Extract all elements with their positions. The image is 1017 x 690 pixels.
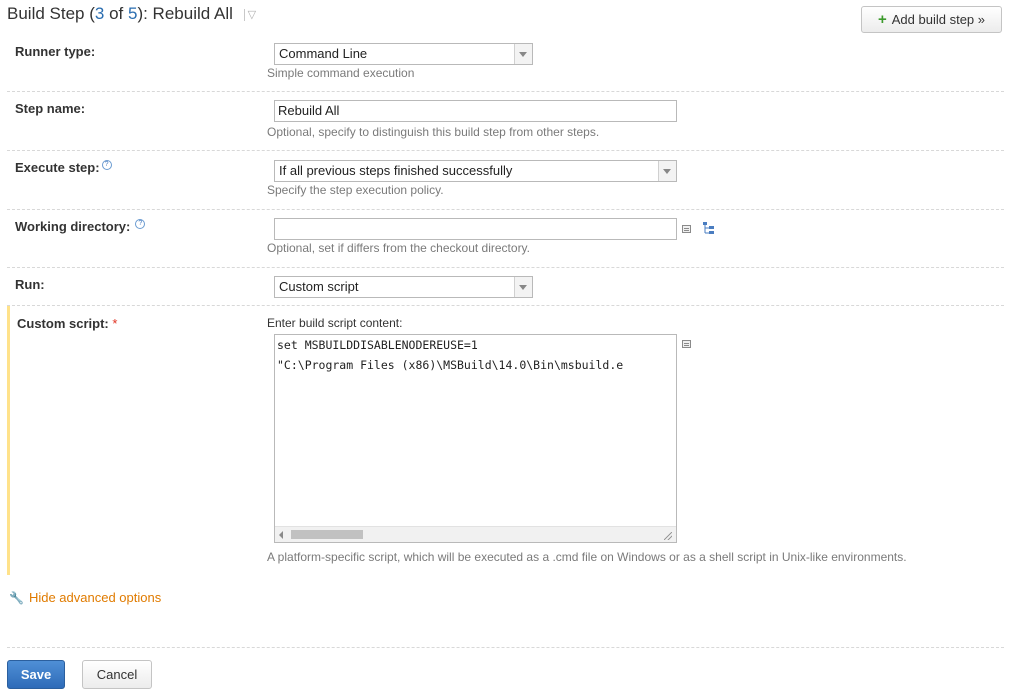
edit-icon[interactable] <box>682 225 691 233</box>
cancel-label: Cancel <box>96 667 138 682</box>
save-label: Save <box>20 667 52 682</box>
save-button[interactable]: Save <box>7 660 65 689</box>
cancel-button[interactable]: Cancel <box>82 660 152 689</box>
help-icon[interactable]: ? <box>135 219 146 229</box>
chevron-down-icon <box>658 161 676 181</box>
divider <box>243 9 245 22</box>
custom-script-hint: A platform-specific script, which will b… <box>267 550 907 564</box>
working-directory-input[interactable] <box>274 218 677 240</box>
step-name-hint: Optional, specify to distinguish this bu… <box>267 125 600 139</box>
plus-icon: + <box>878 11 887 28</box>
step-name-label: Step name: <box>15 101 86 116</box>
runner-type-select[interactable]: Command Line <box>274 43 533 65</box>
execute-step-select[interactable]: If all previous steps finished successfu… <box>274 160 677 182</box>
title-suffix: ): Rebuild All <box>137 4 233 23</box>
horizontal-scrollbar[interactable] <box>275 526 676 542</box>
execute-step-label-text: Execute step: <box>15 160 100 175</box>
runner-type-hint: Simple command execution <box>267 66 415 80</box>
script-line: "C:\Program Files (x86)\MSBuild\14.0\Bin… <box>277 358 624 372</box>
resize-grip-icon[interactable] <box>664 532 672 540</box>
title-of: of <box>104 4 128 23</box>
script-caption: Enter build script content: <box>267 316 403 330</box>
chevron-down-icon: ▽ <box>247 8 257 21</box>
required-marker: * <box>112 316 118 331</box>
wrench-icon: 🔧 <box>9 591 24 605</box>
execute-step-hint: Specify the step execution policy. <box>267 183 444 197</box>
working-directory-label: Working directory:? <box>15 219 146 234</box>
add-build-step-label: Add build step » <box>891 12 985 27</box>
scroll-left-icon[interactable] <box>279 531 283 539</box>
hide-advanced-options-label: Hide advanced options <box>28 590 162 605</box>
chevron-down-icon <box>514 277 532 297</box>
custom-script-label-text: Custom script: <box>17 316 109 331</box>
add-build-step-button[interactable]: + Add build step » <box>861 6 1002 33</box>
script-editor[interactable]: set MSBUILDDISABLENODEREUSE=1 "C:\Progra… <box>274 334 677 543</box>
execute-step-value: If all previous steps finished successfu… <box>279 163 513 178</box>
hide-advanced-options-link[interactable]: 🔧 Hide advanced options <box>9 590 161 605</box>
working-directory-label-text: Working directory: <box>15 219 131 234</box>
script-line: set MSBUILDDISABLENODEREUSE=1 <box>277 338 478 352</box>
help-icon[interactable]: ? <box>101 160 112 170</box>
step-current: 3 <box>94 4 105 23</box>
page-title: Build Step (3 of 5): Rebuild All ▽ <box>7 4 256 24</box>
custom-script-label: Custom script: * <box>17 316 117 331</box>
step-name-input[interactable]: Rebuild All <box>274 100 677 122</box>
edit-icon[interactable] <box>682 340 691 348</box>
run-value: Custom script <box>279 279 359 294</box>
step-name-value: Rebuild All <box>278 103 340 118</box>
tree-icon[interactable] <box>702 221 716 235</box>
chevron-down-icon <box>514 44 532 64</box>
working-directory-hint: Optional, set if differs from the checko… <box>267 241 531 255</box>
execute-step-label: Execute step:? <box>15 160 112 175</box>
scrollbar-thumb[interactable] <box>291 530 363 539</box>
divider <box>7 647 1004 648</box>
title-prefix: Build Step ( <box>7 4 95 23</box>
run-select[interactable]: Custom script <box>274 276 533 298</box>
runner-type-label: Runner type: <box>15 44 96 59</box>
step-menu-toggle[interactable]: ▽ <box>243 8 257 22</box>
runner-type-value: Command Line <box>279 46 368 61</box>
run-label: Run: <box>15 277 45 292</box>
